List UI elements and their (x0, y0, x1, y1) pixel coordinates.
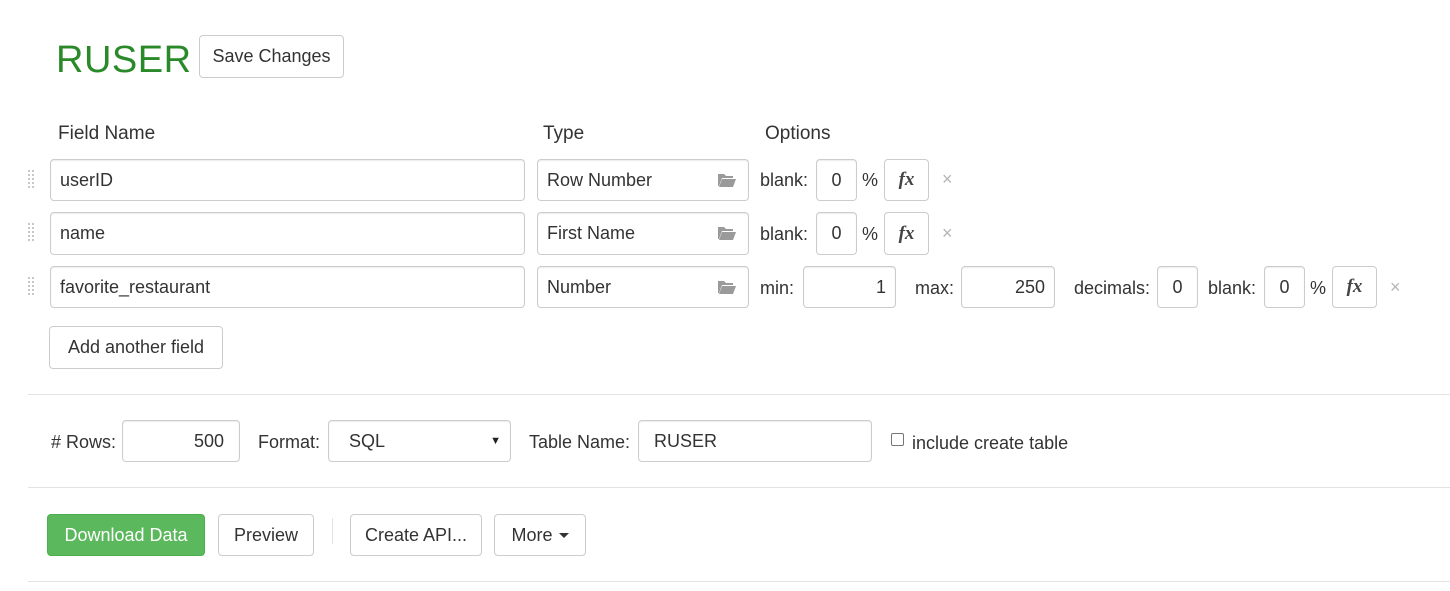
caret-down-icon (558, 532, 569, 538)
table-name-label: Table Name: (529, 432, 631, 452)
max-input[interactable]: 250 (961, 266, 1055, 308)
button-separator (332, 518, 333, 544)
rows-label: # Rows: (51, 432, 117, 452)
decimals-label: decimals: (1074, 278, 1151, 298)
table-name-input[interactable]: RUSER (638, 420, 872, 462)
blank-label: blank: (1208, 278, 1257, 298)
percent-label: % (1310, 278, 1327, 298)
blank-input[interactable]: 0 (1264, 266, 1305, 308)
close-icon[interactable]: × (1390, 278, 1401, 296)
blank-input[interactable]: 0 (816, 159, 857, 201)
drag-handle-icon[interactable] (27, 276, 37, 298)
blank-label: blank: (760, 170, 809, 190)
field-name-input[interactable]: name (50, 212, 525, 255)
options-header: Options (765, 123, 831, 144)
min-input[interactable]: 1 (803, 266, 896, 308)
field-name-input[interactable]: userID (50, 159, 525, 201)
format-value: SQL (349, 430, 386, 451)
max-label: max: (915, 278, 955, 298)
type-header: Type (543, 123, 585, 144)
folder-open-icon[interactable] (717, 172, 737, 188)
download-data-button[interactable]: Download Data (47, 514, 205, 556)
rows-input[interactable]: 500 (122, 420, 240, 462)
field-type-label: Number (547, 276, 612, 297)
min-label: min: (760, 278, 795, 298)
field-type-label: Row Number (547, 169, 653, 190)
field-name-input[interactable]: favorite_restaurant (50, 266, 525, 308)
include-create-table-checkbox[interactable] (891, 433, 904, 446)
folder-open-icon[interactable] (717, 225, 737, 241)
more-dropdown-button[interactable]: More (494, 514, 586, 556)
close-icon[interactable]: × (942, 170, 953, 188)
divider (28, 581, 1450, 582)
format-select[interactable]: SQL ▼ (328, 420, 511, 462)
percent-label: % (862, 170, 879, 190)
divider (28, 487, 1450, 488)
folder-open-icon[interactable] (717, 279, 737, 295)
add-field-button[interactable]: Add another field (49, 326, 223, 369)
blank-input[interactable]: 0 (816, 212, 857, 255)
save-changes-button[interactable]: Save Changes (199, 35, 344, 78)
fx-icon[interactable]: fx (884, 159, 929, 201)
schema-title: RUSER (56, 39, 192, 81)
preview-button[interactable]: Preview (218, 514, 314, 556)
divider (28, 394, 1450, 395)
percent-label: % (862, 224, 879, 244)
fx-icon[interactable]: fx (884, 212, 929, 255)
decimals-input[interactable]: 0 (1157, 266, 1198, 308)
create-api-button[interactable]: Create API... (350, 514, 482, 556)
close-icon[interactable]: × (942, 224, 953, 242)
caret-down-icon: ▼ (490, 435, 501, 447)
include-create-table-label: include create table (912, 433, 1069, 453)
drag-handle-icon[interactable] (27, 222, 37, 244)
fx-icon[interactable]: fx (1332, 266, 1377, 308)
drag-handle-icon[interactable] (27, 169, 37, 191)
format-label: Format: (258, 432, 321, 452)
more-label: More (511, 524, 553, 545)
field-type-label: First Name (547, 223, 636, 243)
field-name-header: Field Name (58, 123, 156, 144)
blank-label: blank: (760, 224, 809, 244)
